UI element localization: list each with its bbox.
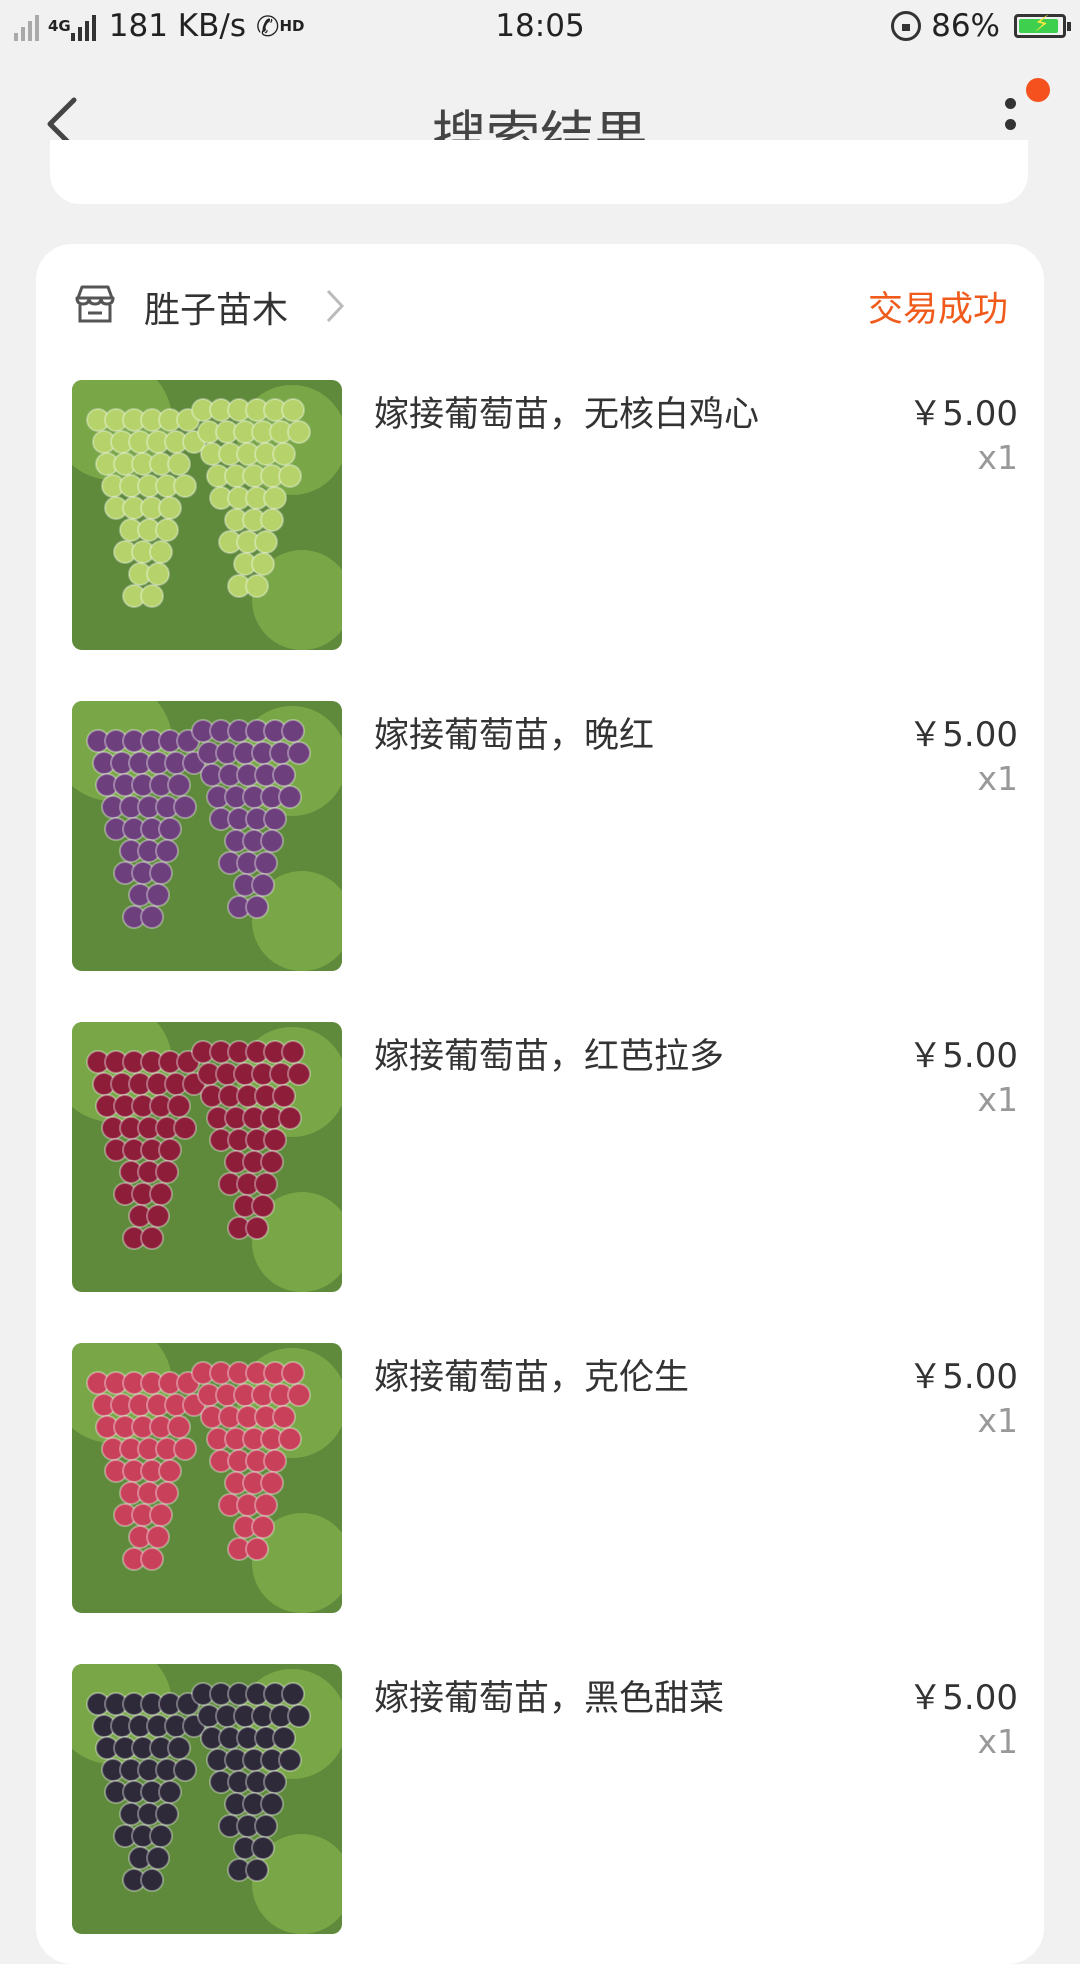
grape-image: [72, 1664, 342, 1934]
previous-order-card-edge: [50, 140, 1028, 204]
order-item[interactable]: 嫁接葡萄苗，无核白鸡心 ￥5.00 x1: [72, 380, 1040, 650]
shop-row[interactable]: 胜子苗木 交易成功: [36, 274, 1044, 344]
product-image[interactable]: [72, 1664, 342, 1934]
shop-icon: [75, 285, 115, 323]
order-item[interactable]: 嫁接葡萄苗，克伦生 ￥5.00 x1: [72, 1343, 1040, 1613]
product-price: ￥5.00: [908, 1678, 1018, 1718]
product-image[interactable]: [72, 1022, 342, 1292]
order-item[interactable]: 嫁接葡萄苗，红芭拉多 ￥5.00 x1: [72, 1022, 1040, 1292]
product-price: ￥5.00: [908, 715, 1018, 755]
rotation-lock-icon: [891, 11, 922, 41]
grape-image: [72, 701, 342, 971]
product-price: ￥5.00: [908, 1036, 1018, 1076]
battery-icon: ⚡: [1014, 12, 1071, 38]
product-title[interactable]: 嫁接葡萄苗，克伦生: [374, 1349, 689, 1400]
product-quantity: x1: [977, 1722, 1018, 1761]
product-image[interactable]: [72, 380, 342, 650]
product-quantity: x1: [977, 438, 1018, 477]
product-image[interactable]: [72, 1343, 342, 1613]
grape-image: [72, 1022, 342, 1292]
product-title[interactable]: 嫁接葡萄苗，黑色甜菜: [374, 1670, 724, 1721]
status-right: 86% ⚡: [891, 8, 1071, 44]
order-status: 交易成功: [867, 290, 1008, 330]
status-bar: 4G 181 KB/s ✆ HD 18:05 86% ⚡: [0, 0, 1080, 56]
product-quantity: x1: [977, 1401, 1018, 1440]
product-quantity: x1: [977, 1080, 1018, 1119]
grape-image: [72, 1343, 342, 1613]
grape-image: [72, 380, 342, 650]
order-item[interactable]: 嫁接葡萄苗，黑色甜菜 ￥5.00 x1: [72, 1664, 1040, 1934]
notification-dot: [1026, 78, 1050, 102]
product-price: ￥5.00: [908, 1357, 1018, 1397]
product-title[interactable]: 嫁接葡萄苗，红芭拉多: [374, 1028, 724, 1079]
product-price: ￥5.00: [908, 394, 1018, 434]
shop-name[interactable]: 胜子苗木: [144, 281, 288, 333]
battery-percent: 86%: [931, 8, 1000, 44]
product-quantity: x1: [977, 759, 1018, 798]
chevron-right-icon: [326, 289, 345, 323]
order-item[interactable]: 嫁接葡萄苗，晚红 ￥5.00 x1: [72, 701, 1040, 971]
product-image[interactable]: [72, 701, 342, 971]
order-card[interactable]: 胜子苗木 交易成功 嫁接葡萄苗，无核白鸡心 ￥5.00 x1 嫁接葡萄苗，晚红 ￥5.0…: [36, 244, 1044, 1964]
product-title[interactable]: 嫁接葡萄苗，无核白鸡心: [374, 386, 759, 437]
product-title[interactable]: 嫁接葡萄苗，晚红: [374, 707, 654, 758]
